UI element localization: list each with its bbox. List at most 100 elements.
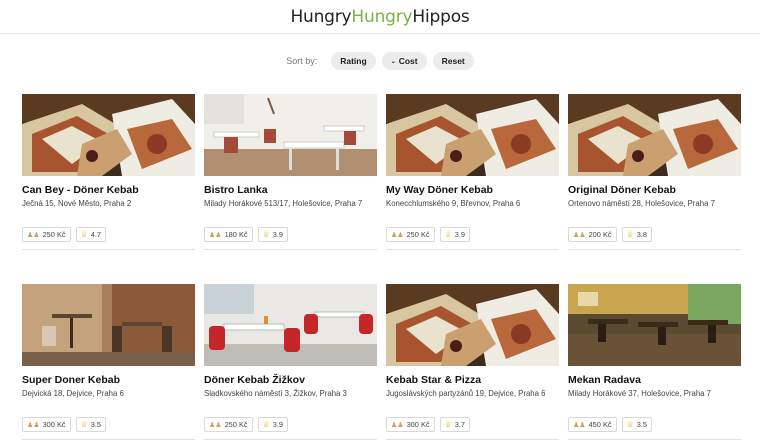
sort-bar: Sort by: Rating ⌄ Cost Reset: [0, 34, 760, 86]
restaurant-meta: ♟♟ 250 Kč ♕ 3.9: [386, 227, 559, 250]
restaurant-meta: ♟♟ 250 Kč ♕ 3.9: [204, 417, 377, 440]
restaurant-name[interactable]: My Way Döner Kebab: [386, 184, 559, 196]
price-badge: ♟♟ 450 Kč: [568, 417, 617, 432]
restaurant-name[interactable]: Original Döner Kebab: [568, 184, 741, 196]
restaurant-name[interactable]: Can Bey - Döner Kebab: [22, 184, 195, 196]
price-badge: ♟♟ 250 Kč: [204, 417, 253, 432]
restaurant-address: Konecchlumského 9, Břevnov, Praha 6: [386, 199, 521, 208]
restaurant-card[interactable]: Kebab Star & Pizza Jugoslávských partyzá…: [386, 284, 559, 440]
price-value: 200 Kč: [588, 230, 612, 239]
rating-value: 3.5: [636, 420, 648, 429]
rating-value: 3.7: [454, 420, 466, 429]
restaurant-grid: Can Bey - Döner Kebab Ječná 15, Nové Měs…: [22, 94, 742, 440]
crown-icon: ♕: [80, 420, 88, 429]
people-icon: ♟♟: [573, 231, 586, 239]
restaurant-address: Ortenovo náměstí 28, Holešovice, Praha 7: [568, 199, 715, 208]
restaurant-address: Jugoslávských partyzánů 19, Dejvice, Pra…: [386, 389, 546, 398]
rating-value: 3.9: [272, 420, 284, 429]
sort-rating-label: Rating: [340, 56, 367, 66]
chevron-down-icon: ⌄: [390, 58, 396, 65]
restaurant-card[interactable]: Mekan Radava Milady Horákové 37, Holešov…: [568, 284, 741, 440]
price-value: 450 Kč: [588, 420, 612, 429]
logo-word-1: Hungry: [290, 6, 352, 27]
price-value: 300 Kč: [42, 420, 66, 429]
reset-label: Reset: [441, 56, 465, 66]
people-icon: ♟♟: [209, 421, 222, 429]
price-value: 250 Kč: [42, 230, 66, 239]
sort-rating-button[interactable]: Rating: [331, 52, 376, 70]
restaurant-name[interactable]: Bistro Lanka: [204, 184, 377, 196]
restaurant-meta: ♟♟ 200 Kč ♕ 3.8: [568, 227, 741, 250]
crown-icon: ♕: [80, 230, 88, 239]
restaurant-card[interactable]: Original Döner Kebab Ortenovo náměstí 28…: [568, 94, 741, 250]
price-badge: ♟♟ 250 Kč: [386, 227, 435, 242]
restaurant-address: Sladkovského náměstí 3, Žižkov, Praha 3: [204, 389, 347, 398]
restaurant-address: Dejvická 18, Dejvice, Praha 6: [22, 389, 124, 398]
rating-badge: ♕ 3.5: [621, 417, 653, 432]
rating-badge: ♕ 3.9: [257, 417, 289, 432]
price-value: 250 Kč: [224, 420, 248, 429]
restaurant-photo[interactable]: [568, 94, 741, 176]
restaurant-name[interactable]: Mekan Radava: [568, 374, 741, 386]
rating-value: 3.5: [90, 420, 102, 429]
rating-badge: ♕ 3.7: [439, 417, 471, 432]
people-icon: ♟♟: [573, 421, 586, 429]
price-badge: ♟♟ 300 Kč: [386, 417, 435, 432]
sort-cost-label: Cost: [398, 56, 418, 66]
price-badge: ♟♟ 200 Kč: [568, 227, 617, 242]
sort-label: Sort by:: [286, 56, 318, 66]
site-header: HungryHungryHippos: [0, 0, 760, 34]
restaurant-photo[interactable]: [568, 284, 741, 366]
restaurant-card[interactable]: My Way Döner Kebab Konecchlumského 9, Bř…: [386, 94, 559, 250]
restaurant-card[interactable]: Döner Kebab Žižkov Sladkovského náměstí …: [204, 284, 377, 440]
rating-badge: ♕ 3.8: [621, 227, 653, 242]
restaurant-photo[interactable]: [22, 284, 195, 366]
restaurant-name[interactable]: Kebab Star & Pizza: [386, 374, 559, 386]
price-badge: ♟♟ 250 Kč: [22, 227, 71, 242]
people-icon: ♟♟: [27, 231, 40, 239]
rating-badge: ♕ 3.9: [439, 227, 471, 242]
price-badge: ♟♟ 180 Kč: [204, 227, 253, 242]
restaurant-name[interactable]: Super Doner Kebab: [22, 374, 195, 386]
restaurant-photo[interactable]: [386, 284, 559, 366]
restaurant-card[interactable]: Bistro Lanka Milady Horákové 513/17, Hol…: [204, 94, 377, 250]
rating-badge: ♕ 3.5: [75, 417, 107, 432]
restaurant-address: Milady Horákové 37, Holešovice, Praha 7: [568, 389, 712, 398]
restaurant-address: Ječná 15, Nové Město, Praha 2: [22, 199, 132, 208]
restaurant-card[interactable]: Can Bey - Döner Kebab Ječná 15, Nové Měs…: [22, 94, 195, 250]
site-logo[interactable]: HungryHungryHippos: [290, 7, 469, 27]
price-badge: ♟♟ 300 Kč: [22, 417, 71, 432]
restaurant-photo[interactable]: [22, 94, 195, 176]
people-icon: ♟♟: [391, 421, 404, 429]
crown-icon: ♕: [262, 230, 270, 239]
rating-value: 4.7: [90, 230, 102, 239]
people-icon: ♟♟: [27, 421, 40, 429]
sort-cost-button[interactable]: ⌄ Cost: [381, 52, 427, 70]
people-icon: ♟♟: [391, 231, 404, 239]
rating-value: 3.9: [272, 230, 284, 239]
restaurant-photo[interactable]: [386, 94, 559, 176]
restaurant-meta: ♟♟ 300 Kč ♕ 3.5: [22, 417, 195, 440]
restaurant-meta: ♟♟ 450 Kč ♕ 3.5: [568, 417, 741, 440]
crown-icon: ♕: [444, 230, 452, 239]
rating-badge: ♕ 4.7: [75, 227, 107, 242]
restaurant-meta: ♟♟ 300 Kč ♕ 3.7: [386, 417, 559, 440]
restaurant-name[interactable]: Döner Kebab Žižkov: [204, 374, 377, 386]
crown-icon: ♕: [626, 420, 634, 429]
restaurant-photo[interactable]: [204, 94, 377, 176]
rating-badge: ♕ 3.9: [257, 227, 289, 242]
restaurant-photo[interactable]: [204, 284, 377, 366]
people-icon: ♟♟: [209, 231, 222, 239]
restaurant-meta: ♟♟ 250 Kč ♕ 4.7: [22, 227, 195, 250]
restaurant-address: Milady Horákové 513/17, Holešovice, Prah…: [204, 199, 363, 208]
reset-button[interactable]: Reset: [432, 52, 474, 70]
restaurant-card[interactable]: Super Doner Kebab Dejvická 18, Dejvice, …: [22, 284, 195, 440]
crown-icon: ♕: [626, 230, 634, 239]
logo-word-2: Hungry: [351, 6, 413, 27]
crown-icon: ♕: [444, 420, 452, 429]
price-value: 300 Kč: [406, 420, 430, 429]
rating-value: 3.8: [636, 230, 648, 239]
price-value: 180 Kč: [224, 230, 248, 239]
price-value: 250 Kč: [406, 230, 430, 239]
restaurant-meta: ♟♟ 180 Kč ♕ 3.9: [204, 227, 377, 250]
